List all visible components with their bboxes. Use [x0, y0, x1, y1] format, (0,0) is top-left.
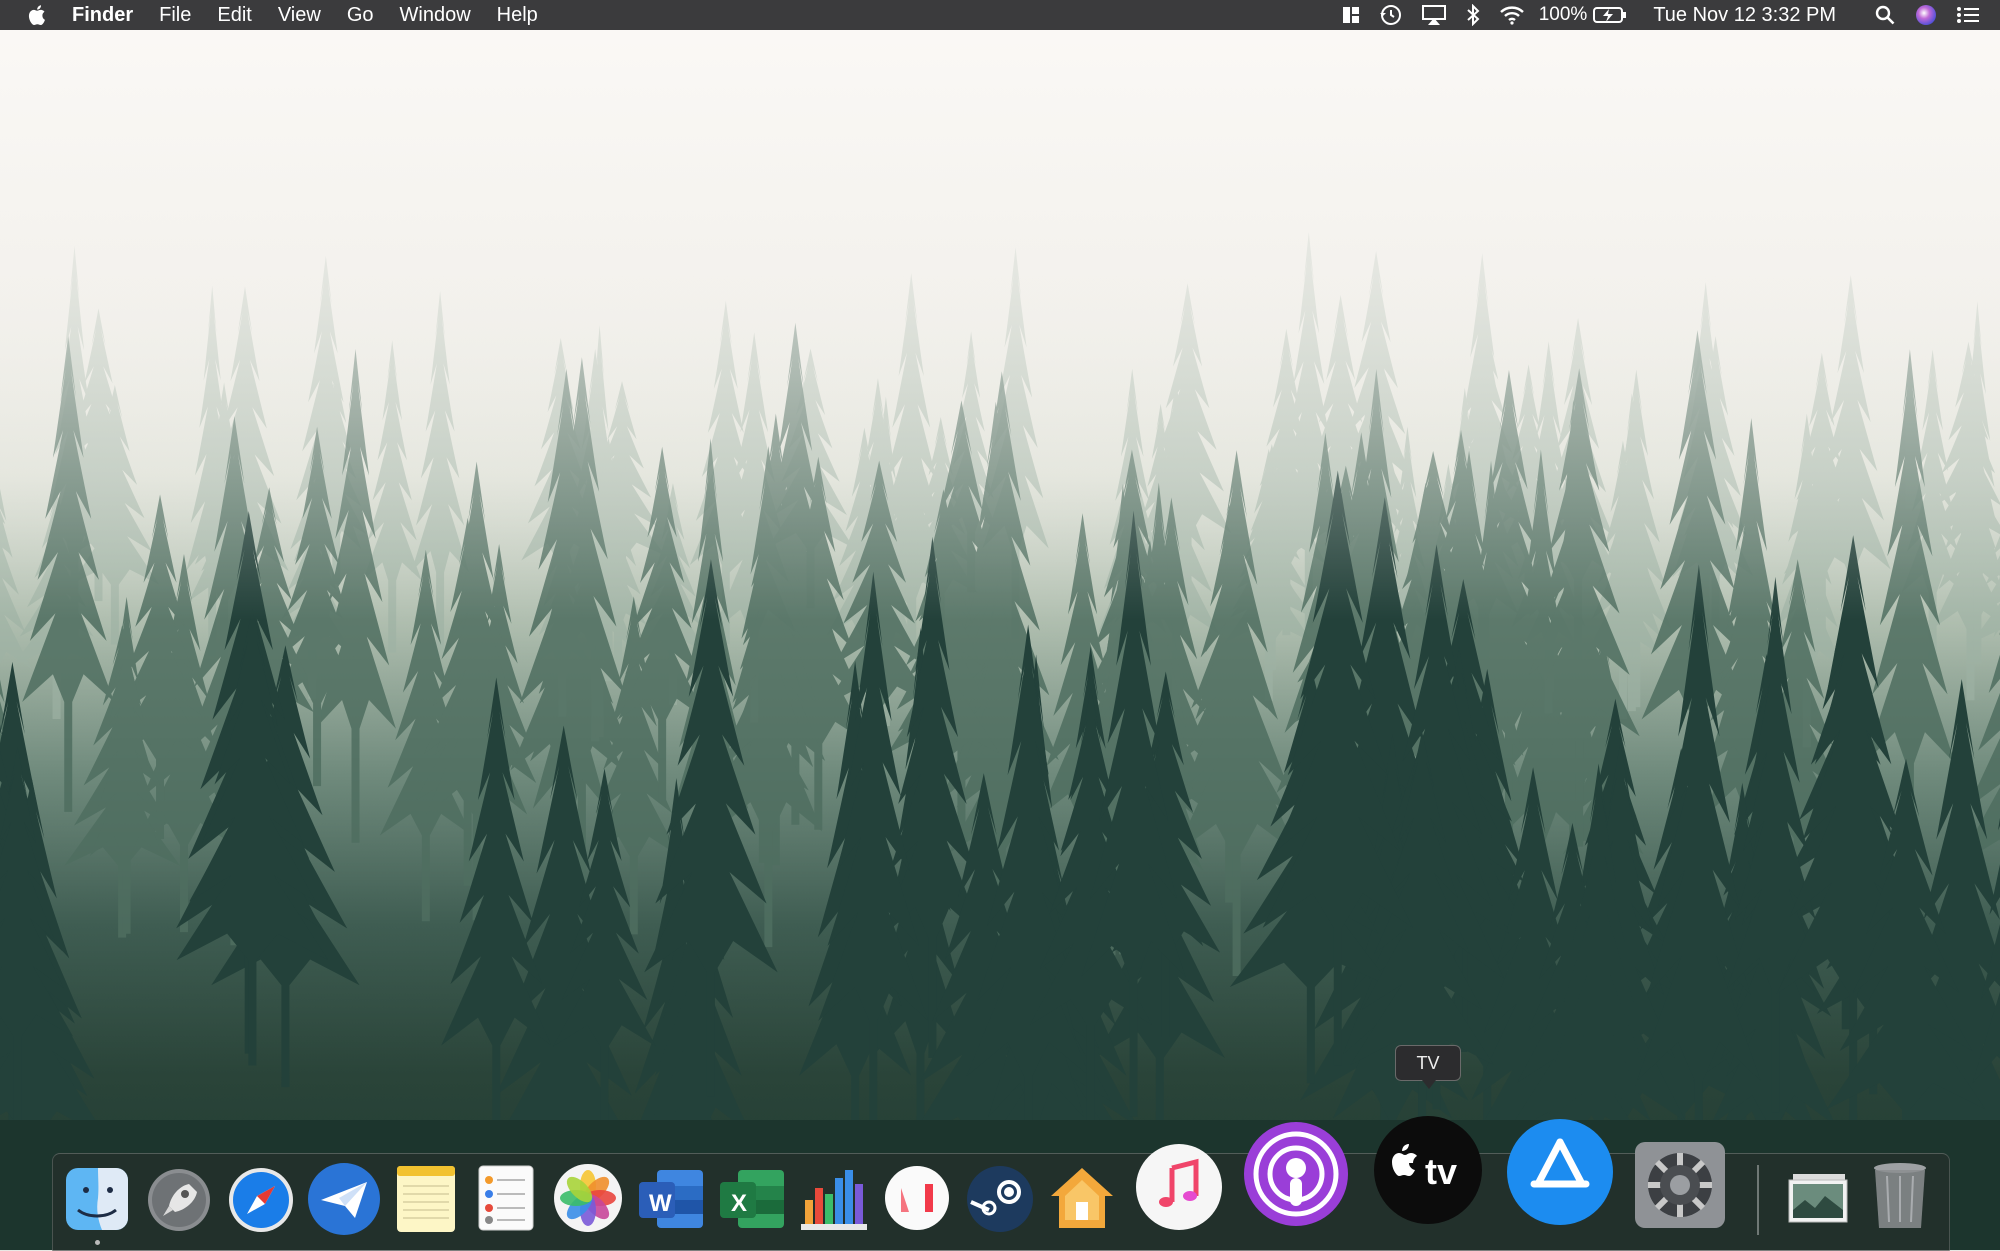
excel-glyph: X: [731, 1190, 748, 1217]
menu-edit[interactable]: Edit: [217, 4, 251, 27]
notification-center-icon[interactable]: [1956, 0, 1980, 30]
app-store-icon[interactable]: [1506, 1118, 1614, 1226]
news-icon[interactable]: [883, 1164, 951, 1232]
word-icon[interactable]: W: [635, 1166, 707, 1232]
notes-icon[interactable]: [393, 1160, 459, 1234]
podcasts-icon[interactable]: [1242, 1120, 1350, 1228]
time-machine-icon[interactable]: [1379, 0, 1403, 30]
battery-charging-icon[interactable]: [1593, 0, 1627, 30]
finder-icon[interactable]: [64, 1166, 130, 1232]
menu-go[interactable]: Go: [347, 4, 374, 27]
menu-clock[interactable]: Tue Nov 12 3:32 PM: [1653, 4, 1836, 27]
menu-window[interactable]: Window: [400, 4, 471, 27]
safari-icon[interactable]: [227, 1166, 295, 1234]
siri-icon[interactable]: [1914, 0, 1938, 30]
launchpad-icon[interactable]: [145, 1166, 213, 1234]
dock-tooltip: TV: [1395, 1045, 1461, 1089]
steam-icon[interactable]: [965, 1164, 1035, 1234]
bluetooth-icon[interactable]: [1465, 0, 1481, 30]
home-icon[interactable]: [1047, 1164, 1117, 1232]
menu-view[interactable]: View: [278, 4, 321, 27]
system-preferences-icon[interactable]: [1633, 1140, 1727, 1230]
reminders-icon[interactable]: [473, 1162, 539, 1234]
apple-logo-icon[interactable]: [26, 3, 50, 27]
airplay-icon[interactable]: [1421, 0, 1447, 30]
word-glyph: W: [649, 1190, 672, 1217]
trash-icon[interactable]: [1871, 1160, 1929, 1232]
wifi-icon[interactable]: [1499, 0, 1525, 30]
numbers-icon[interactable]: [799, 1164, 869, 1234]
desktop-wallpaper: [0, 0, 2000, 1250]
excel-icon[interactable]: X: [716, 1166, 788, 1232]
downloads-stack-icon[interactable]: [1785, 1172, 1851, 1226]
mission-control-icon[interactable]: [1341, 0, 1361, 30]
photos-icon[interactable]: [553, 1163, 623, 1233]
airmail-icon[interactable]: [307, 1162, 381, 1236]
battery-percent[interactable]: 100%: [1539, 4, 1588, 26]
spotlight-search-icon[interactable]: [1874, 0, 1896, 30]
menu-app-name[interactable]: Finder: [72, 4, 133, 27]
dock-separator: [1757, 1165, 1759, 1235]
menu-file[interactable]: File: [159, 4, 191, 27]
tv-glyph: tv: [1425, 1151, 1458, 1192]
menu-bar: Finder File Edit View Go Window Help 100…: [0, 0, 2000, 30]
menu-help[interactable]: Help: [497, 4, 538, 27]
tv-icon[interactable]: tv: [1373, 1115, 1483, 1225]
music-icon[interactable]: [1134, 1142, 1224, 1232]
finder-running-indicator: [95, 1240, 100, 1245]
